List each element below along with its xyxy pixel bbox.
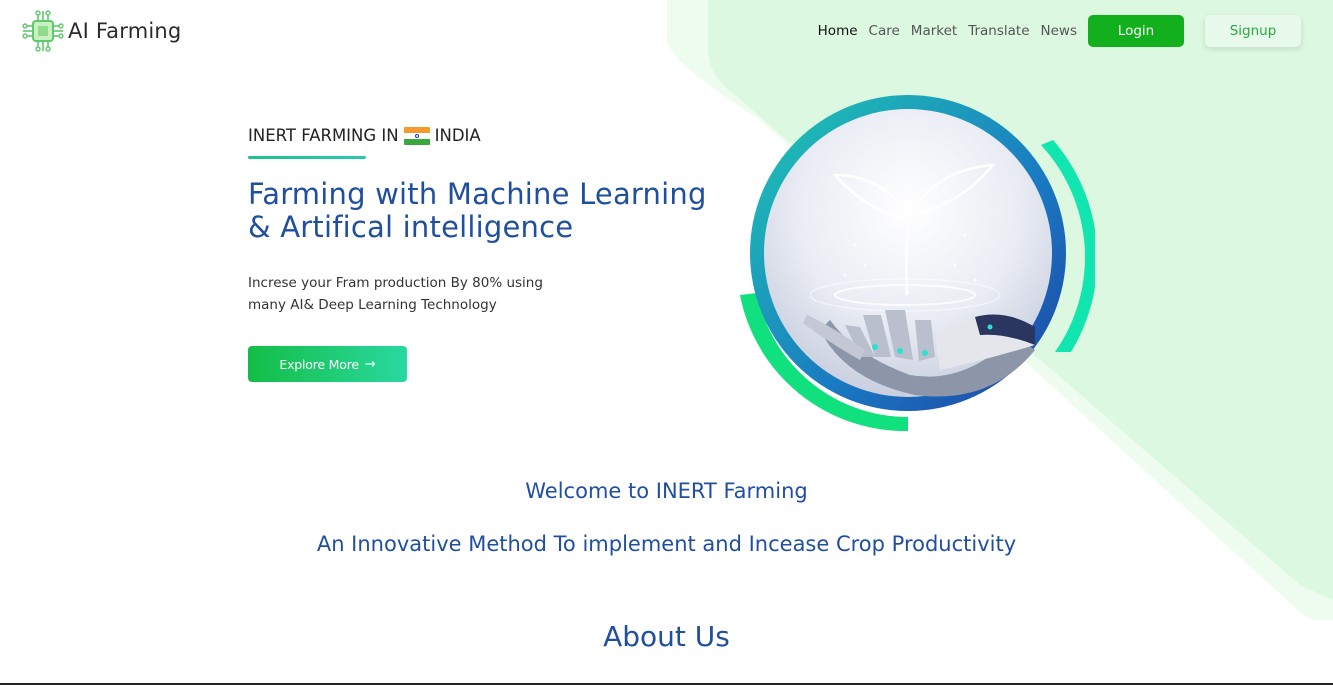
explore-more-button[interactable]: Explore More → <box>248 346 407 382</box>
hero-subtitle: Increse your Fram production By 80% usin… <box>248 272 568 316</box>
logo-text: AI Farming <box>68 19 182 43</box>
eyebrow-suffix: INDIA <box>434 126 481 145</box>
login-button[interactable]: Login <box>1088 15 1184 47</box>
hero-eyebrow: INERT FARMING IN INDIA <box>248 126 481 145</box>
nav-care[interactable]: Care <box>869 23 900 39</box>
nav-news[interactable]: News <box>1041 23 1077 39</box>
hero-subtitle-line2: many AI& Deep Learning Technology <box>248 297 497 313</box>
main-nav: Home Care Market Translate News Login Si… <box>818 15 1301 47</box>
nav-home[interactable]: Home <box>818 23 858 39</box>
robot-hand-plant-image <box>740 95 1095 432</box>
arrow-right-icon: → <box>364 356 376 372</box>
about-heading: About Us <box>603 620 730 653</box>
nav-translate[interactable]: Translate <box>968 23 1029 39</box>
hero-subtitle-line1: Increse your Fram production By 80% usin… <box>248 275 543 291</box>
eyebrow-underline <box>248 156 366 159</box>
nav-market[interactable]: Market <box>911 23 957 39</box>
hero-title-line2: & Artifical intelligence <box>248 210 574 244</box>
background-shape <box>667 0 1333 620</box>
signup-button[interactable]: Signup <box>1205 15 1301 47</box>
circuit-chip-icon <box>22 10 64 52</box>
explore-more-label: Explore More <box>279 356 359 372</box>
welcome-tagline: An Innovative Method To implement and In… <box>316 532 1017 556</box>
india-flag-icon <box>403 126 430 145</box>
eyebrow-prefix: INERT FARMING IN <box>248 126 399 145</box>
welcome-heading: Welcome to INERT Farming <box>525 479 808 503</box>
logo[interactable]: AI Farming <box>20 8 181 54</box>
hero-title: Farming with Machine Learning & Artifica… <box>248 178 748 244</box>
hero-title-line1: Farming with Machine Learning <box>248 177 707 211</box>
